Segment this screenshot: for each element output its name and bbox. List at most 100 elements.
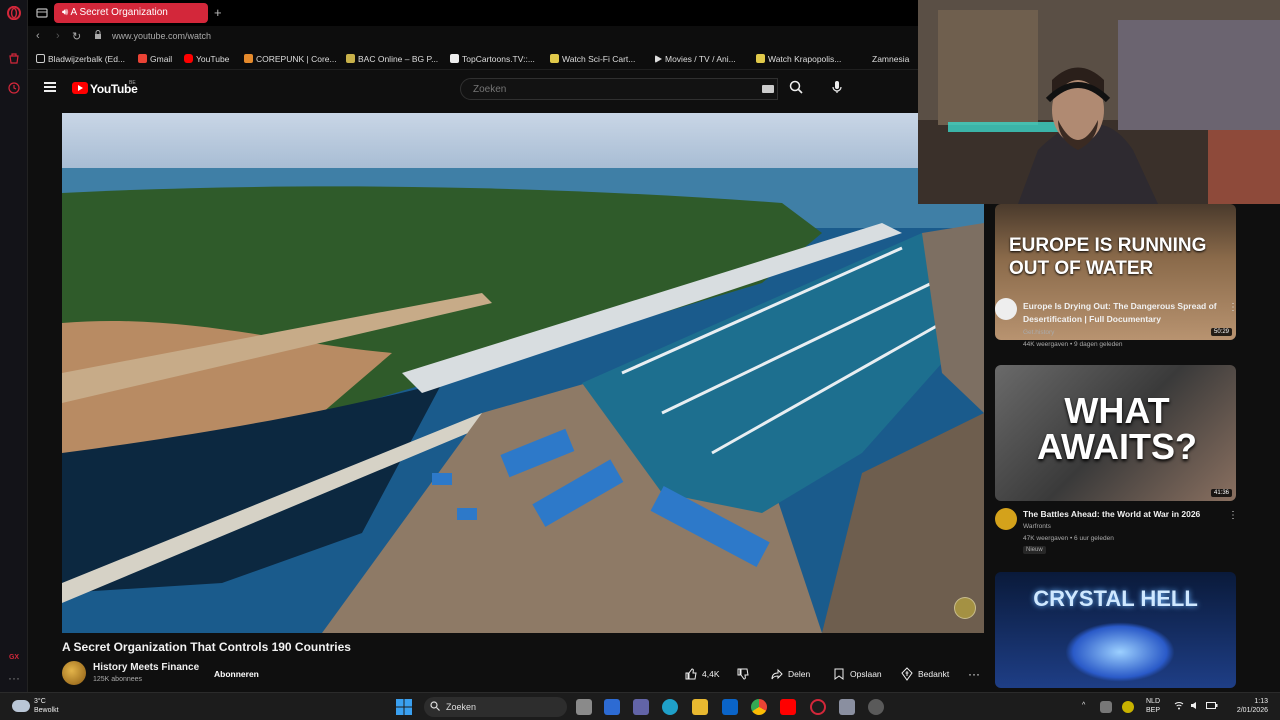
microphone-icon (832, 81, 842, 93)
clock-time[interactable]: 1:13 (1246, 697, 1268, 706)
rec-more-icon-2[interactable]: ⋮ (1228, 510, 1238, 521)
forward-button[interactable]: › (56, 30, 60, 42)
rec-new-badge-2: Nieuw (1023, 546, 1046, 554)
youtube-logo-icon[interactable] (72, 82, 88, 94)
address-bar: ‹ › ↻ www.youtube.com/watch (28, 26, 918, 50)
thanks-button[interactable]: Bedankt (900, 664, 949, 684)
channel-name[interactable]: History Meets Finance (93, 662, 199, 673)
new-tab-button[interactable]: + (214, 3, 222, 23)
rec-channel-avatar-1[interactable] (995, 298, 1017, 320)
keyboard-icon[interactable] (762, 85, 774, 93)
bookmarks-bar: Bladwijzerbalk (Ed... Gmail YouTube CORE… (28, 50, 918, 70)
bookmark-corepunk[interactable]: COREPUNK | Core... (244, 54, 337, 64)
language-sub[interactable]: BEP (1146, 706, 1160, 715)
save-button[interactable]: Opslaan (832, 664, 882, 684)
weather-desc[interactable]: Bewolkt (34, 706, 59, 715)
search-input[interactable] (461, 79, 777, 100)
rec-meta-2: 47K weergaven • 6 uur geleden (1023, 535, 1114, 542)
bookmark-scifi[interactable]: Watch Sci-Fi Cart... (550, 54, 635, 64)
search-icon (789, 80, 803, 94)
gx-icon[interactable]: GX (6, 650, 22, 666)
rec-title-1[interactable]: Europe Is Drying Out: The Dangerous Spre… (1023, 300, 1223, 326)
scifi-icon (550, 54, 559, 63)
video-frame (62, 113, 984, 633)
video-title: A Secret Organization That Controls 190 … (62, 640, 351, 654)
history-icon[interactable] (6, 82, 22, 98)
tray-app-icon[interactable] (1100, 701, 1112, 713)
rec-channel-2[interactable]: Warfronts (1023, 523, 1051, 530)
bookmark-movies[interactable]: Movies / TV / Ani... (655, 54, 736, 64)
taskbar-search-icon (430, 697, 440, 717)
rec-channel-1[interactable]: Get.history (1023, 329, 1054, 336)
store-app-icon[interactable] (604, 699, 620, 715)
more-actions-button[interactable]: ··· (968, 664, 980, 684)
subscribe-button[interactable]: Abonneren (206, 664, 267, 684)
rec-thumb-text-3: CRYSTAL HELL (1033, 586, 1198, 611)
webcam-overlay (918, 0, 1280, 204)
rec-more-icon-1[interactable]: ⋮ (1228, 302, 1238, 313)
video-player[interactable] (62, 113, 984, 633)
rec-meta-1: 44K weergaven • 9 dagen geleden (1023, 341, 1123, 348)
more-icon[interactable]: ··· (6, 670, 22, 686)
outlook-icon[interactable] (722, 699, 738, 715)
webcam-frame (918, 0, 1280, 204)
rec-thumb-text-1: EUROPE IS RUNNING OUT OF WATER (1009, 235, 1207, 279)
bookmark-bac[interactable]: BAC Online – BG P... (346, 54, 438, 64)
show-hidden-icons[interactable]: ^ (1082, 701, 1085, 710)
opera-gx-icon[interactable] (810, 699, 826, 715)
search-box (460, 78, 778, 100)
opera-logo-icon[interactable] (6, 5, 22, 22)
battery-icon[interactable] (1206, 701, 1218, 713)
weather-temp[interactable]: 3°C (34, 697, 46, 706)
bookmark-youtube[interactable]: YouTube (184, 54, 229, 64)
menu-icon[interactable] (44, 82, 56, 92)
youtube-app-icon[interactable] (780, 699, 796, 715)
bookmark-topcartoons[interactable]: TopCartoons.TV::... (450, 54, 535, 64)
dislike-button[interactable] (736, 664, 754, 684)
tab-menu-icon[interactable] (36, 6, 48, 24)
url-field[interactable]: www.youtube.com/watch (112, 31, 211, 41)
bookmark-gmail[interactable]: Gmail (138, 54, 172, 64)
lock-icon (94, 30, 102, 41)
thanks-icon (901, 667, 913, 681)
calculator-icon[interactable] (839, 699, 855, 715)
chrome-icon[interactable] (751, 699, 767, 715)
store-icon[interactable] (6, 52, 22, 68)
channel-watermark-icon[interactable] (954, 597, 976, 619)
topcartoons-icon (450, 54, 459, 63)
opera-sidebar: GX ··· (0, 0, 28, 692)
reload-button[interactable]: ↻ (72, 30, 81, 43)
teams-icon[interactable] (633, 699, 649, 715)
voice-search-button[interactable] (829, 79, 851, 99)
share-icon (771, 668, 783, 680)
weather-icon[interactable] (12, 700, 30, 712)
speaker-icon: 🔊︎ (62, 7, 69, 18)
thumbs-down-icon (737, 668, 749, 680)
share-button[interactable]: Delen (770, 664, 810, 684)
bookmark-folder[interactable]: Bladwijzerbalk (Ed... (36, 54, 125, 64)
rec-channel-avatar-2[interactable] (995, 508, 1017, 530)
tab-active[interactable]: 🔊︎ A Secret Organization (54, 3, 208, 23)
language-indicator[interactable]: NLD (1146, 697, 1160, 706)
tray-app-icon-2[interactable] (1122, 701, 1134, 713)
volume-icon[interactable] (1190, 701, 1200, 713)
windows-start-icon[interactable] (396, 699, 412, 715)
search-button[interactable] (788, 79, 810, 99)
rec-thumbnail-2[interactable]: WHAT AWAITS? 41:36 (995, 365, 1236, 501)
rec-duration-1: 50:29 (1210, 328, 1232, 336)
file-explorer-icon[interactable] (692, 699, 708, 715)
edge-icon[interactable] (662, 699, 678, 715)
like-button[interactable]: 4,4K (684, 664, 720, 684)
rec-thumb-text-2: WHAT AWAITS? (1037, 390, 1197, 467)
app-icon[interactable] (868, 699, 884, 715)
task-view-icon[interactable] (576, 699, 592, 715)
rec-thumbnail-3[interactable]: CRYSTAL HELL (995, 572, 1236, 688)
rec-title-2[interactable]: The Battles Ahead: the World at War in 2… (1023, 508, 1223, 521)
clock-date[interactable]: 2/01/2026 (1228, 706, 1268, 715)
wifi-icon[interactable] (1174, 701, 1184, 713)
taskbar-search[interactable]: Zoeken (424, 697, 567, 717)
bookmark-zamnesia[interactable]: Zamnesia (860, 54, 909, 64)
bookmark-krapopolis[interactable]: Watch Krapopolis... (756, 54, 841, 64)
channel-avatar[interactable] (62, 661, 86, 685)
back-button[interactable]: ‹ (36, 30, 40, 42)
